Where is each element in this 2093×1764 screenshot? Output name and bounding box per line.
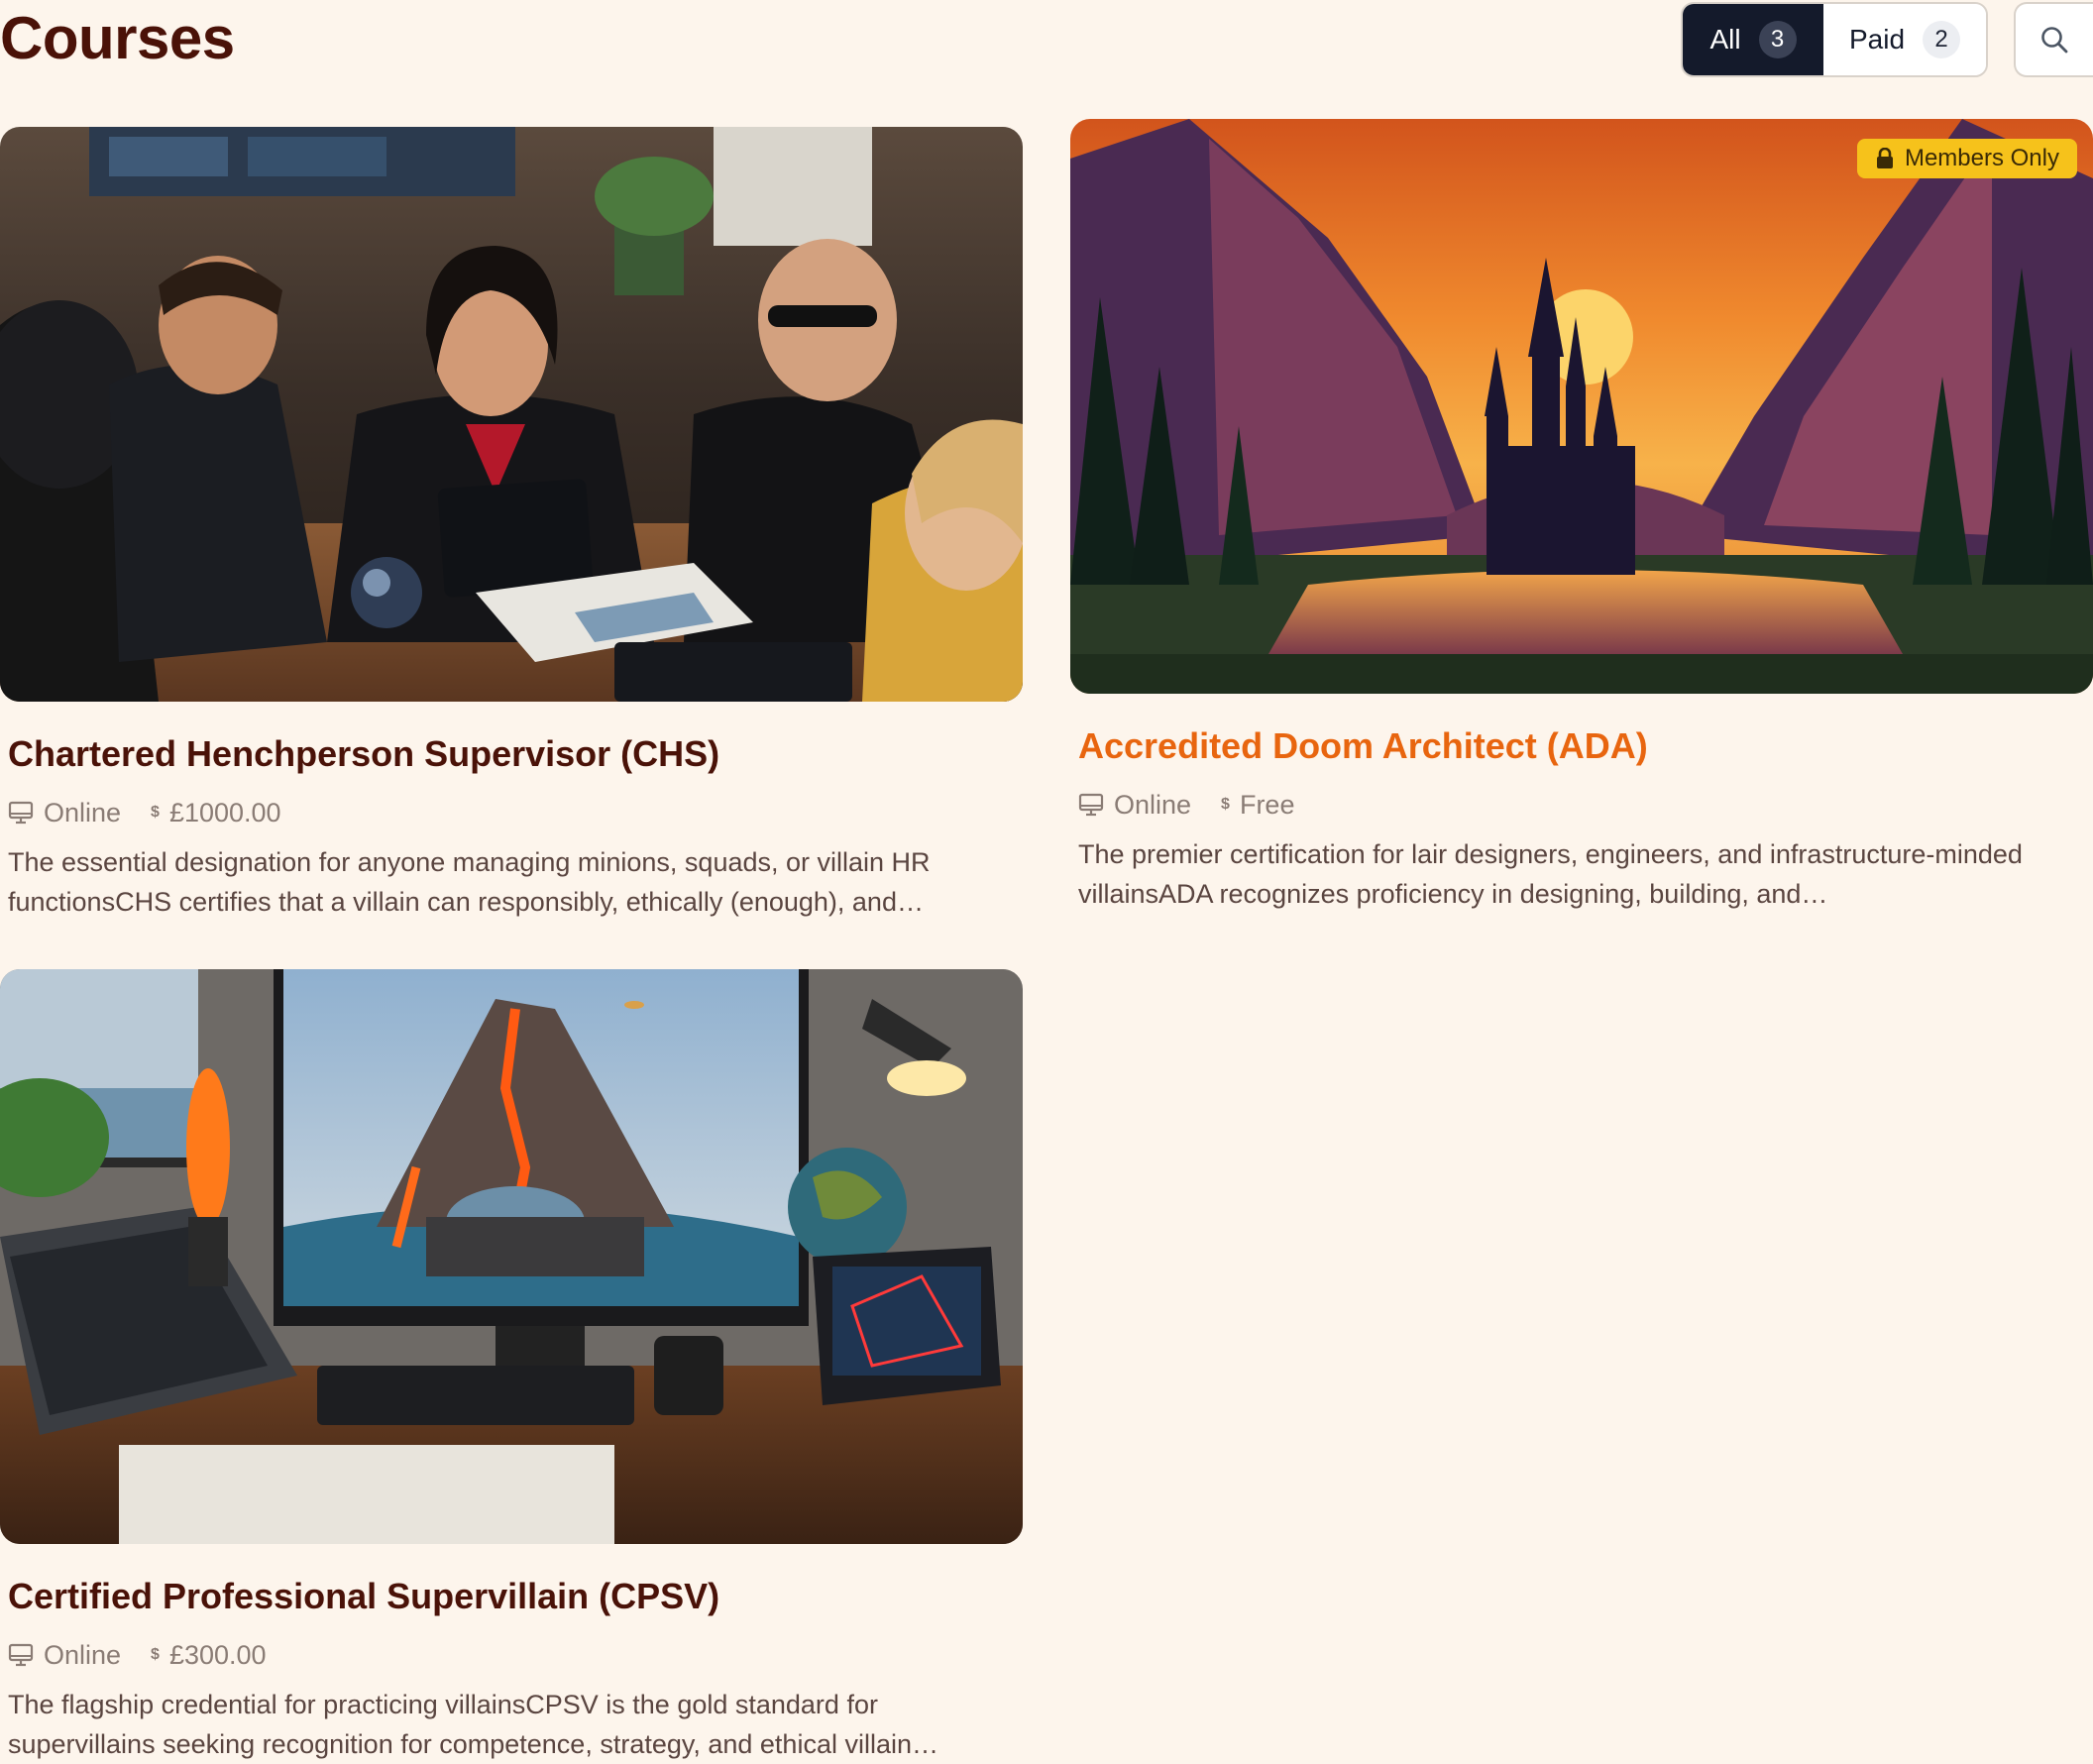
dollar-icon: $	[151, 1646, 160, 1663]
course-delivery-label: Online	[44, 1639, 122, 1670]
filter-all-label: All	[1709, 24, 1741, 55]
search-icon	[2041, 27, 2068, 54]
course-title[interactable]: Chartered Henchperson Supervisor (CHS)	[8, 733, 719, 775]
page-title: Courses	[0, 5, 235, 71]
monitor-icon	[1078, 793, 1104, 817]
search-button[interactable]	[2014, 2, 2093, 77]
course-image-castle-sunset[interactable]	[1070, 119, 2093, 694]
course-delivery-label: Online	[44, 797, 122, 827]
course-delivery: Online	[8, 798, 121, 828]
course-price: £1000.00	[168, 797, 281, 827]
course-description: The essential designation for anyone man…	[8, 847, 931, 917]
course-meta: Online $ Free	[1078, 785, 1294, 825]
course-title[interactable]: Accredited Doom Architect (ADA)	[1078, 725, 1648, 767]
course-price: £300.00	[168, 1639, 267, 1670]
course-meta: Online $ £300.00	[8, 1635, 267, 1675]
course-description: The premier certification for lair desig…	[1078, 839, 2023, 909]
monitor-icon	[8, 1643, 34, 1667]
course-delivery: Online	[8, 1640, 121, 1671]
dollar-icon: $	[1221, 796, 1230, 813]
lock-icon	[1876, 148, 1893, 168]
dollar-icon: $	[151, 804, 160, 821]
filter-all-count: 3	[1758, 21, 1797, 58]
course-filter-group: All 3 Paid 2	[1681, 2, 1988, 77]
course-description: The flagship credential for practicing v…	[8, 1690, 938, 1759]
course-image-team-meeting[interactable]	[0, 127, 1023, 702]
course-title[interactable]: Certified Professional Supervillain (CPS…	[8, 1576, 719, 1617]
course-meta: Online $ £1000.00	[8, 793, 281, 832]
course-delivery: Online	[1078, 790, 1191, 821]
members-only-badge: Members Only	[1856, 139, 2077, 178]
monitor-icon	[8, 801, 34, 825]
filter-paid-count: 2	[1923, 21, 1961, 58]
course-delivery-label: Online	[1114, 789, 1192, 820]
filter-paid-label: Paid	[1848, 24, 1906, 55]
course-image-volcano-lair-desk[interactable]	[0, 969, 1023, 1544]
badge-label: Members Only	[1904, 145, 2059, 171]
course-price: Free	[1239, 789, 1295, 820]
filter-all-button[interactable]: All 3	[1683, 4, 1823, 75]
filter-paid-button[interactable]: Paid 2	[1823, 4, 1986, 75]
